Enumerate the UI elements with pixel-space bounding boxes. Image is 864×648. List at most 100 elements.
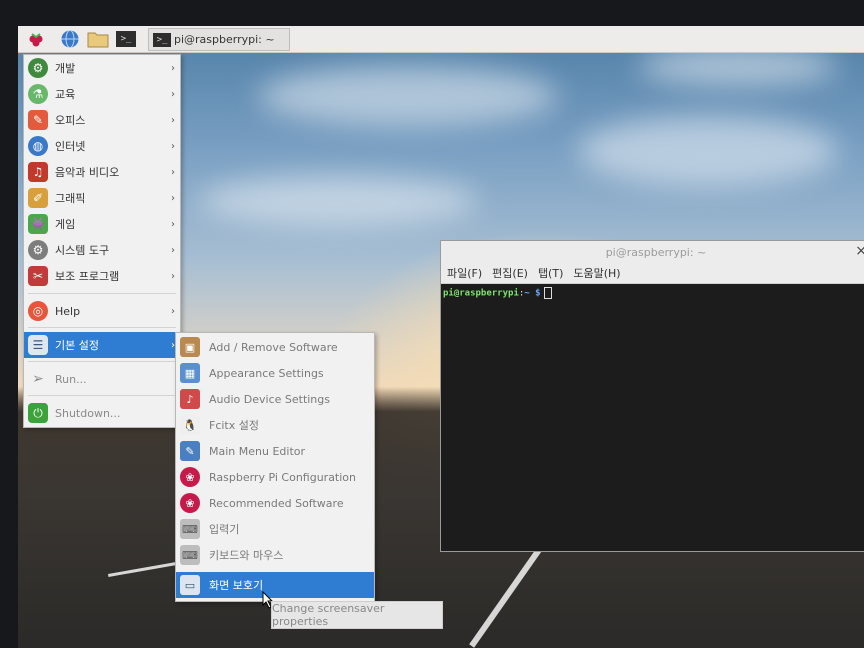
terminal-menubar: 파일(F) 편집(E) 탭(T) 도움말(H): [441, 263, 864, 284]
menu-item-system-tools[interactable]: ⚙ 시스템 도구 ›: [24, 237, 180, 263]
menu-item-internet[interactable]: ◍ 인터넷 ›: [24, 133, 180, 159]
chevron-right-icon: ›: [171, 192, 175, 204]
menu-item-label: 교육: [55, 88, 76, 101]
menu-item-help[interactable]: ◎ Help ›: [24, 298, 180, 324]
audio-icon: ♪: [180, 389, 200, 409]
menu-file[interactable]: 파일(F): [447, 265, 482, 281]
application-menu: ⚙ 개발 › ⚗ 교육 › ✎ 오피스 › ◍ 인터넷 › ♫ 음악과 비디오 …: [23, 54, 181, 428]
menu-item-shutdown[interactable]: ⏻ Shutdown...: [24, 400, 180, 426]
road-line: [469, 546, 543, 648]
menu-item-education[interactable]: ⚗ 교육 ›: [24, 81, 180, 107]
file-manager-button[interactable]: [86, 28, 110, 50]
menu-item-label: 그래픽: [55, 192, 86, 205]
submenu-item-fcitx-settings[interactable]: 🐧 Fcitx 설정: [176, 412, 374, 438]
submenu-item-audio-device-settings[interactable]: ♪ Audio Device Settings: [176, 386, 374, 412]
terminal-window[interactable]: pi@raspberrypi: ~ × 파일(F) 편집(E) 탭(T) 도움말…: [440, 240, 864, 552]
submenu-item-appearance-settings[interactable]: ▦ Appearance Settings: [176, 360, 374, 386]
penguin-icon: 🐧: [180, 415, 200, 435]
terminal-titlebar[interactable]: pi@raspberrypi: ~ ×: [441, 241, 864, 263]
menu-edit[interactable]: 편집(E): [492, 265, 528, 281]
submenu-item-keyboard-mouse[interactable]: ⌨ 키보드와 마우스: [176, 542, 374, 568]
menu-item-graphics[interactable]: ✐ 그래픽 ›: [24, 185, 180, 211]
menu-item-label: Shutdown...: [55, 406, 121, 420]
development-icon: ⚙: [28, 58, 48, 78]
submenu-item-label: 입력기: [209, 523, 240, 536]
raspberry-menu-button[interactable]: [24, 28, 48, 50]
tooltip: Change screensaver properties: [271, 601, 443, 629]
menu-separator: [28, 327, 176, 328]
submenu-item-label: Appearance Settings: [209, 366, 324, 380]
menu-item-sound-video[interactable]: ♫ 음악과 비디오 ›: [24, 159, 180, 185]
submenu-item-recommended-software[interactable]: ❀ Recommended Software: [176, 490, 374, 516]
menu-item-label: 오피스: [55, 114, 86, 127]
menu-item-run[interactable]: ➢ Run...: [24, 366, 180, 392]
terminal-launch-button[interactable]: >_: [114, 28, 138, 50]
menu-tabs[interactable]: 탭(T): [538, 265, 563, 281]
keyboard-mouse-icon: ⌨: [180, 545, 200, 565]
menu-item-label: 음악과 비디오: [55, 166, 120, 179]
submenu-item-label: Audio Device Settings: [209, 392, 330, 406]
system-tools-icon: ⚙: [28, 240, 48, 260]
accessories-icon: ✂: [28, 266, 48, 286]
folder-icon: [87, 32, 109, 48]
chevron-right-icon: ›: [171, 218, 175, 230]
run-icon: ➢: [32, 371, 44, 387]
games-icon: 👾: [28, 214, 48, 234]
shutdown-icon: ⏻: [28, 403, 48, 423]
close-icon[interactable]: ×: [855, 243, 864, 259]
taskbar-terminal-label: pi@raspberrypi: ~: [174, 33, 275, 46]
menu-editor-icon: ✎: [180, 441, 200, 461]
raspberry-icon: ❀: [180, 493, 200, 513]
raspberry-icon: ❀: [180, 467, 200, 487]
menu-item-label: 보조 프로그램: [55, 270, 120, 283]
preferences-submenu: ▣ Add / Remove Software ▦ Appearance Set…: [175, 332, 375, 602]
submenu-item-label: Raspberry Pi Configuration: [209, 470, 357, 484]
education-icon: ⚗: [28, 84, 48, 104]
terminal-output[interactable]: pi@raspberrypi:~ $: [441, 284, 864, 302]
menu-item-games[interactable]: 👾 게임 ›: [24, 211, 180, 237]
submenu-item-raspberry-pi-configuration[interactable]: ❀ Raspberry Pi Configuration: [176, 464, 374, 490]
chevron-right-icon: ›: [171, 88, 175, 100]
menu-item-label: 시스템 도구: [55, 244, 110, 257]
graphics-icon: ✐: [28, 188, 48, 208]
prompt-user: pi@raspberrypi: [443, 288, 519, 299]
browser-launch-button[interactable]: [58, 28, 82, 50]
submenu-item-label: Main Menu Editor: [209, 444, 306, 458]
submenu-item-main-menu-editor[interactable]: ✎ Main Menu Editor: [176, 438, 374, 464]
office-icon: ✎: [28, 110, 48, 130]
chevron-right-icon: ›: [171, 244, 175, 256]
submenu-item-input-method[interactable]: ⌨ 입력기: [176, 516, 374, 542]
menu-item-preferences[interactable]: ☰ 기본 설정 ›: [24, 332, 180, 358]
submenu-item-label: 화면 보호기: [209, 579, 264, 592]
screensaver-icon: ▭: [180, 575, 200, 595]
submenu-item-label: Add / Remove Software: [209, 340, 338, 354]
menu-item-label: Run...: [55, 372, 87, 386]
preferences-icon: ☰: [28, 335, 48, 355]
menu-item-label: 기본 설정: [55, 339, 99, 352]
keyboard-icon: ⌨: [180, 519, 200, 539]
submenu-item-add-remove-software[interactable]: ▣ Add / Remove Software: [176, 334, 374, 360]
window-title: pi@raspberrypi: ~: [605, 245, 707, 259]
package-icon: ▣: [180, 337, 200, 357]
menu-item-label: 개발: [55, 62, 76, 75]
menu-help[interactable]: 도움말(H): [573, 265, 620, 281]
appearance-icon: ▦: [180, 363, 200, 383]
menu-separator: [28, 395, 176, 396]
submenu-item-label: Fcitx 설정: [209, 419, 259, 432]
raspberry-icon: [29, 33, 43, 47]
help-icon: ◎: [28, 301, 48, 321]
menu-item-accessories[interactable]: ✂ 보조 프로그램 ›: [24, 263, 180, 289]
submenu-item-label: 키보드와 마우스: [209, 549, 284, 562]
menu-item-label: 인터넷: [55, 140, 86, 153]
chevron-right-icon: ›: [171, 140, 175, 152]
menu-separator: [28, 293, 176, 294]
chevron-right-icon: ›: [171, 114, 175, 126]
top-panel: >_ >_ pi@raspberrypi: ~: [18, 26, 864, 53]
menu-item-development[interactable]: ⚙ 개발 ›: [24, 55, 180, 81]
submenu-item-screensaver[interactable]: ▭ 화면 보호기: [176, 572, 374, 598]
terminal-icon: >_: [153, 32, 171, 47]
menu-item-office[interactable]: ✎ 오피스 ›: [24, 107, 180, 133]
menu-item-label: 게임: [55, 218, 76, 231]
menu-separator: [28, 361, 176, 362]
taskbar-terminal-button[interactable]: >_ pi@raspberrypi: ~: [148, 28, 290, 51]
